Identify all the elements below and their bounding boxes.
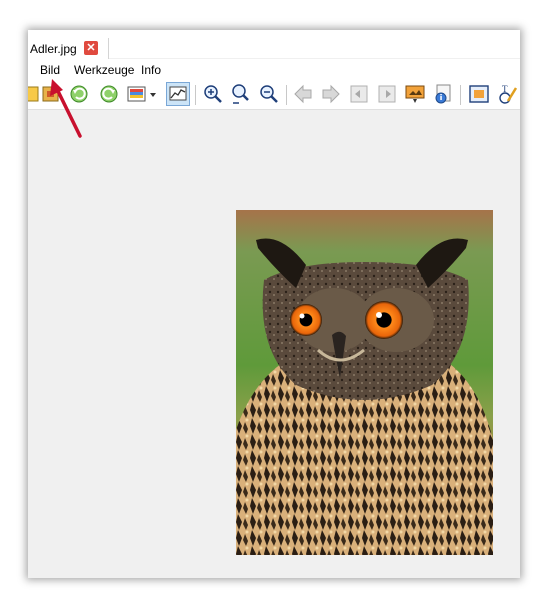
zoom-fit-icon[interactable] [230, 83, 252, 105]
image-canvas [28, 110, 520, 578]
text-draw-icon[interactable]: T [496, 83, 518, 105]
rotate-right-icon[interactable] [98, 83, 120, 105]
tab-bar: Adler.jpg ✕ [28, 30, 520, 60]
next-arrow-icon[interactable] [320, 83, 342, 105]
tab-adler[interactable]: Adler.jpg ✕ [28, 38, 109, 60]
owl-image [236, 210, 493, 555]
toolbar: T [28, 81, 520, 110]
zoom-out-icon[interactable] [258, 83, 280, 105]
zoom-in-icon[interactable] [202, 83, 224, 105]
menu-bar: Bild Werkzeuge Info [28, 59, 520, 81]
toolbar-separator [460, 85, 461, 105]
owl-photo [236, 210, 493, 555]
toolbar-separator [286, 85, 287, 105]
menu-info[interactable]: Info [141, 63, 161, 77]
fit-window-icon[interactable] [468, 83, 490, 105]
crop-icon[interactable] [40, 83, 62, 105]
viewer-window: Adler.jpg ✕ Bild Werkzeuge Info T [28, 30, 520, 578]
close-icon[interactable]: ✕ [84, 41, 98, 55]
histogram-icon[interactable] [166, 82, 190, 106]
color-palette-icon[interactable] [126, 83, 148, 105]
toolbar-separator [195, 85, 196, 105]
rotate-left-icon[interactable] [68, 83, 90, 105]
dropdown-arrow-icon[interactable] [148, 83, 158, 105]
menu-werkzeuge[interactable]: Werkzeuge [74, 63, 134, 77]
tab-title: Adler.jpg [30, 42, 77, 56]
image-info-icon[interactable] [432, 83, 454, 105]
previous-page-icon[interactable] [348, 83, 370, 105]
menu-bild[interactable]: Bild [40, 63, 60, 77]
next-page-icon[interactable] [376, 83, 398, 105]
slideshow-icon[interactable] [404, 83, 426, 105]
previous-arrow-icon[interactable] [292, 83, 314, 105]
